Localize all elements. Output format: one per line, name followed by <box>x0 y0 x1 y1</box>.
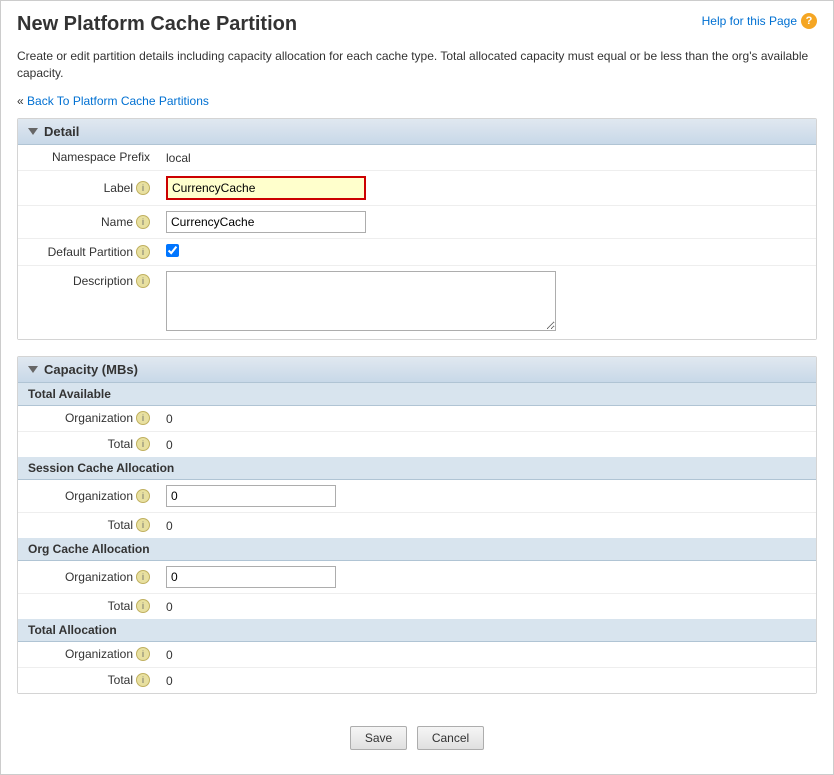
default-partition-row: Default Partition i <box>18 238 816 265</box>
default-partition-label: Default Partition <box>48 245 133 259</box>
breadcrumb-link[interactable]: Back To Platform Cache Partitions <box>27 94 209 108</box>
name-input[interactable] <box>166 211 366 233</box>
total-available-total-value: 0 <box>166 438 173 452</box>
session-cache-total-label: Total <box>108 518 133 532</box>
help-icon: ? <box>801 13 817 29</box>
total-allocation-total-row: Total i 0 <box>18 667 816 693</box>
total-available-total-label: Total <box>108 437 133 451</box>
default-partition-checkbox[interactable] <box>166 244 179 257</box>
detail-form-table: Namespace Prefix local Label i <box>18 145 816 339</box>
total-allocation-org-row: Organization i 0 <box>18 642 816 668</box>
capacity-collapse-triangle-icon[interactable] <box>28 366 38 373</box>
session-cache-org-row: Organization i <box>18 480 816 513</box>
total-allocation-total-value: 0 <box>166 674 173 688</box>
org-cache-org-label: Organization <box>65 570 133 584</box>
capacity-section-title: Capacity (MBs) <box>44 362 138 377</box>
session-cache-total-row: Total i 0 <box>18 512 816 538</box>
label-input[interactable] <box>166 176 366 200</box>
capacity-section-header: Capacity (MBs) <box>18 357 816 383</box>
org-cache-total-row: Total i 0 <box>18 593 816 619</box>
org-cache-header: Org Cache Allocation <box>18 538 816 561</box>
help-link[interactable]: Help for this Page ? <box>702 13 817 29</box>
total-allocation-total-info-icon: i <box>136 673 150 687</box>
total-allocation-org-info-icon: i <box>136 647 150 661</box>
description-textarea[interactable] <box>166 271 556 331</box>
total-allocation-total-label: Total <box>108 673 133 687</box>
page-description: Create or edit partition details includi… <box>1 44 833 90</box>
description-row: Description i <box>18 265 816 339</box>
capacity-section: Capacity (MBs) Total Available Organizat… <box>17 356 817 694</box>
detail-section: Detail Namespace Prefix local <box>17 118 817 340</box>
name-info-icon: i <box>136 215 150 229</box>
label-info-icon: i <box>136 181 150 195</box>
breadcrumb: « Back To Platform Cache Partitions <box>1 90 833 118</box>
org-cache-total-info-icon: i <box>136 599 150 613</box>
session-cache-total-info-icon: i <box>136 518 150 532</box>
detail-section-header: Detail <box>18 119 816 145</box>
total-available-org-label: Organization <box>65 411 133 425</box>
breadcrumb-prefix: « <box>17 94 27 108</box>
cancel-button[interactable]: Cancel <box>417 726 484 750</box>
session-cache-org-info-icon: i <box>136 489 150 503</box>
total-available-org-value: 0 <box>166 412 173 426</box>
total-available-total-info-icon: i <box>136 437 150 451</box>
total-allocation-org-value: 0 <box>166 648 173 662</box>
org-cache-total-label: Total <box>108 599 133 613</box>
total-allocation-table: Organization i 0 Total i <box>18 642 816 693</box>
default-partition-info-icon: i <box>136 245 150 259</box>
org-cache-org-row: Organization i <box>18 561 816 594</box>
description-label: Description <box>73 274 133 288</box>
total-available-header: Total Available <box>18 383 816 406</box>
org-cache-org-info-icon: i <box>136 570 150 584</box>
total-available-total-row: Total i 0 <box>18 431 816 457</box>
save-button[interactable]: Save <box>350 726 407 750</box>
namespace-prefix-row: Namespace Prefix local <box>18 145 816 171</box>
actions-row: Save Cancel <box>17 710 817 758</box>
label-row: Label i <box>18 170 816 205</box>
total-allocation-header: Total Allocation <box>18 619 816 642</box>
detail-section-title: Detail <box>44 124 79 139</box>
total-available-org-row: Organization i 0 <box>18 406 816 432</box>
total-available-org-info-icon: i <box>136 411 150 425</box>
page-title: New Platform Cache Partition <box>17 13 297 36</box>
session-cache-org-input[interactable] <box>166 485 336 507</box>
session-cache-total-value: 0 <box>166 519 173 533</box>
description-info-icon: i <box>136 274 150 288</box>
name-field-label: Name <box>101 215 133 229</box>
session-cache-org-label: Organization <box>65 489 133 503</box>
org-cache-table: Organization i Total i <box>18 561 816 619</box>
namespace-prefix-value: local <box>166 148 191 168</box>
label-field-label: Label <box>104 181 133 195</box>
session-cache-table: Organization i Total i <box>18 480 816 538</box>
namespace-prefix-label: Namespace Prefix <box>52 150 150 164</box>
org-cache-org-input[interactable] <box>166 566 336 588</box>
total-available-table: Organization i 0 Total i <box>18 406 816 457</box>
total-allocation-org-label: Organization <box>65 647 133 661</box>
help-link-text: Help for this Page <box>702 14 797 28</box>
collapse-triangle-icon[interactable] <box>28 128 38 135</box>
name-row: Name i <box>18 205 816 238</box>
session-cache-header: Session Cache Allocation <box>18 457 816 480</box>
org-cache-total-value: 0 <box>166 600 173 614</box>
